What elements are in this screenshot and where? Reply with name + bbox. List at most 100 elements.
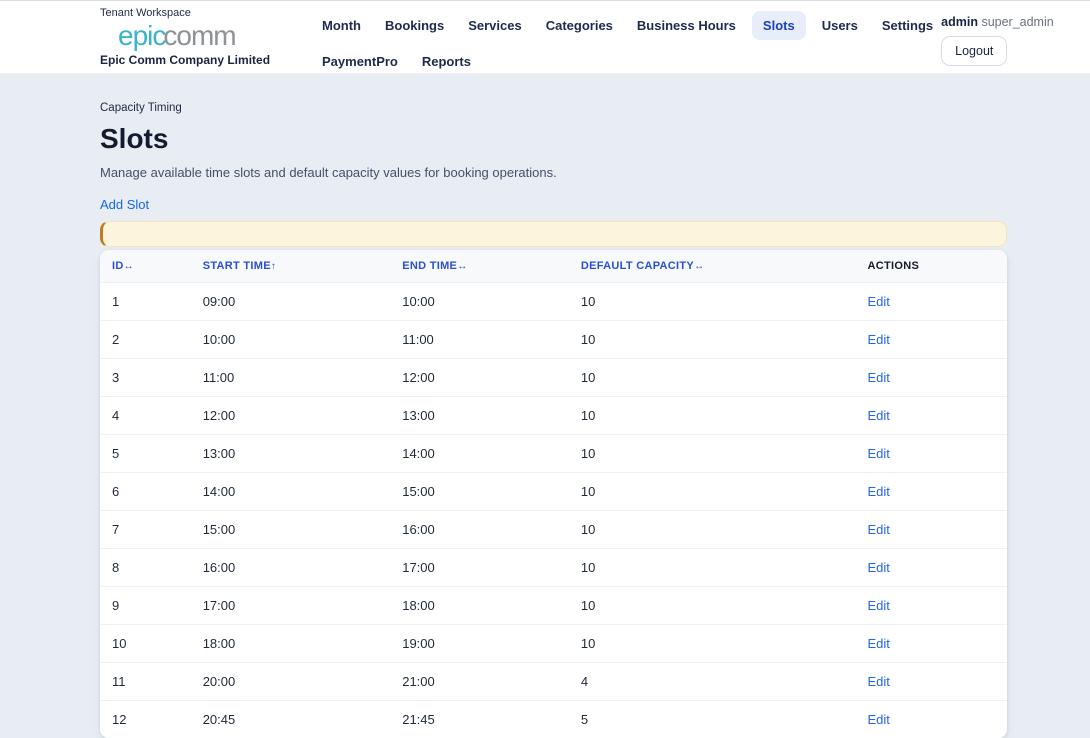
- cell-actions: Edit: [856, 587, 1008, 625]
- cell-capacity: 10: [569, 473, 856, 511]
- edit-slot-link[interactable]: Edit: [868, 408, 890, 423]
- nav-row-1: Month Bookings Services Categories Business …: [314, 11, 941, 40]
- cell-start: 20:45: [191, 701, 391, 738]
- sort-toggle-icon: ↔: [457, 261, 467, 272]
- logo-part-gray: comm: [163, 20, 235, 51]
- page-title: Slots: [100, 123, 1007, 155]
- cell-actions: Edit: [856, 359, 1008, 397]
- nav-item-slots[interactable]: Slots: [752, 11, 806, 40]
- edit-slot-link[interactable]: Edit: [868, 636, 890, 651]
- main-content: Capacity Timing Slots Manage available t…: [0, 74, 1090, 738]
- table-row: 715:0016:0010Edit: [100, 511, 1007, 549]
- table-header-row: ID↔START TIME↑END TIME↔DEFAULT CAPACITY↔…: [100, 250, 1007, 283]
- slots-table-head: ID↔START TIME↑END TIME↔DEFAULT CAPACITY↔…: [100, 250, 1007, 283]
- cell-id: 10: [100, 625, 191, 663]
- cell-capacity: 10: [569, 549, 856, 587]
- edit-slot-link[interactable]: Edit: [868, 370, 890, 385]
- top-header: Tenant Workspace epiccomm Epic Comm Comp…: [0, 0, 1090, 74]
- company-logo: epiccomm: [100, 19, 290, 53]
- table-row: 1120:0021:004Edit: [100, 663, 1007, 701]
- nav-item-bookings[interactable]: Bookings: [377, 11, 452, 40]
- nav-item-users[interactable]: Users: [814, 11, 866, 40]
- user-box: admin super_admin Logout: [941, 1, 1061, 66]
- column-header-default-capacity[interactable]: DEFAULT CAPACITY↔: [569, 250, 856, 283]
- table-row: 109:0010:0010Edit: [100, 283, 1007, 321]
- cell-id: 3: [100, 359, 191, 397]
- add-slot-link[interactable]: Add Slot: [100, 197, 149, 212]
- cell-start: 20:00: [191, 663, 391, 701]
- page-description: Manage available time slots and default …: [100, 165, 1007, 180]
- edit-slot-link[interactable]: Edit: [868, 522, 890, 537]
- edit-slot-link[interactable]: Edit: [868, 674, 890, 689]
- column-header-actions: ACTIONS: [856, 250, 1008, 283]
- table-row: 412:0013:0010Edit: [100, 397, 1007, 435]
- nav-item-services[interactable]: Services: [460, 11, 530, 40]
- cell-id: 11: [100, 663, 191, 701]
- sort-ascending-icon: ↑: [271, 261, 276, 272]
- cell-start: 18:00: [191, 625, 391, 663]
- cell-actions: Edit: [856, 321, 1008, 359]
- column-header-start-time[interactable]: START TIME↑: [191, 250, 391, 283]
- cell-actions: Edit: [856, 435, 1008, 473]
- cell-capacity: 10: [569, 511, 856, 549]
- edit-slot-link[interactable]: Edit: [868, 446, 890, 461]
- section-eyebrow: Capacity Timing: [100, 102, 1007, 114]
- edit-slot-link[interactable]: Edit: [868, 332, 890, 347]
- edit-slot-link[interactable]: Edit: [868, 294, 890, 309]
- logout-button[interactable]: Logout: [941, 36, 1007, 66]
- cell-start: 12:00: [191, 397, 391, 435]
- cell-actions: Edit: [856, 511, 1008, 549]
- user-name: admin: [941, 15, 978, 29]
- cell-end: 16:00: [390, 511, 569, 549]
- column-header-end-time[interactable]: END TIME↔: [390, 250, 569, 283]
- edit-slot-link[interactable]: Edit: [868, 560, 890, 575]
- cell-end: 12:00: [390, 359, 569, 397]
- user-info: admin super_admin: [941, 15, 1061, 29]
- cell-end: 14:00: [390, 435, 569, 473]
- cell-end: 11:00: [390, 321, 569, 359]
- cell-capacity: 10: [569, 625, 856, 663]
- cell-end: 21:00: [390, 663, 569, 701]
- cell-actions: Edit: [856, 549, 1008, 587]
- sort-toggle-icon: ↔: [694, 261, 704, 272]
- cell-capacity: 10: [569, 283, 856, 321]
- cell-id: 4: [100, 397, 191, 435]
- cell-id: 9: [100, 587, 191, 625]
- nav-item-categories[interactable]: Categories: [538, 11, 621, 40]
- nav-item-reports[interactable]: Reports: [414, 47, 479, 76]
- table-row: 614:0015:0010Edit: [100, 473, 1007, 511]
- company-name: Epic Comm Company Limited: [100, 53, 290, 67]
- cell-end: 17:00: [390, 549, 569, 587]
- cell-end: 10:00: [390, 283, 569, 321]
- slot-filter-input[interactable]: [100, 221, 1007, 247]
- edit-slot-link[interactable]: Edit: [868, 598, 890, 613]
- cell-end: 18:00: [390, 587, 569, 625]
- workspace-label: Tenant Workspace: [100, 7, 290, 19]
- slots-table-card: ID↔START TIME↑END TIME↔DEFAULT CAPACITY↔…: [100, 250, 1007, 738]
- nav-item-settings[interactable]: Settings: [874, 11, 941, 40]
- table-row: 917:0018:0010Edit: [100, 587, 1007, 625]
- cell-end: 21:45: [390, 701, 569, 738]
- brand-block: Tenant Workspace epiccomm Epic Comm Comp…: [100, 1, 290, 67]
- cell-capacity: 5: [569, 701, 856, 738]
- cell-actions: Edit: [856, 397, 1008, 435]
- cell-start: 17:00: [191, 587, 391, 625]
- column-header-id[interactable]: ID↔: [100, 250, 191, 283]
- cell-start: 10:00: [191, 321, 391, 359]
- cell-start: 09:00: [191, 283, 391, 321]
- nav-row-2: PaymentPro Reports: [314, 47, 941, 76]
- nav-item-month[interactable]: Month: [314, 11, 369, 40]
- cell-end: 13:00: [390, 397, 569, 435]
- edit-slot-link[interactable]: Edit: [868, 484, 890, 499]
- table-row: 1018:0019:0010Edit: [100, 625, 1007, 663]
- cell-start: 15:00: [191, 511, 391, 549]
- cell-actions: Edit: [856, 701, 1008, 738]
- nav-item-paymentpro[interactable]: PaymentPro: [314, 47, 406, 76]
- cell-actions: Edit: [856, 663, 1008, 701]
- cell-id: 2: [100, 321, 191, 359]
- nav-item-business-hours[interactable]: Business Hours: [629, 11, 744, 40]
- sort-toggle-icon: ↔: [124, 261, 134, 272]
- user-role: super_admin: [981, 15, 1053, 29]
- edit-slot-link[interactable]: Edit: [868, 712, 890, 727]
- cell-id: 5: [100, 435, 191, 473]
